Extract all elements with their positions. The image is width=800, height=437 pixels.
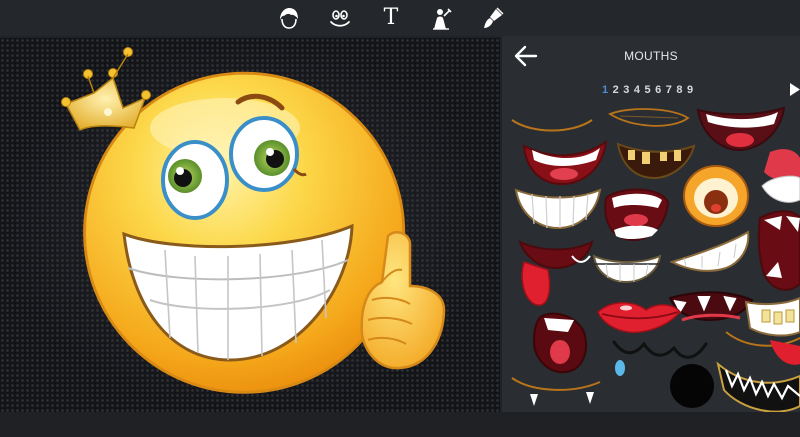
mouth-option-round-o[interactable] xyxy=(683,165,749,227)
hair-tool-button[interactable] xyxy=(270,0,308,36)
panel-header: MOUTHS xyxy=(502,36,800,76)
mouth-option-black-o[interactable] xyxy=(670,364,714,408)
mouth-option-red-lips[interactable] xyxy=(597,302,681,334)
panel-title: MOUTHS xyxy=(624,49,678,63)
mouth-option-tongue-out[interactable] xyxy=(518,240,594,306)
page-3-link[interactable]: 3 xyxy=(623,84,629,96)
mouth-option-open-shout[interactable] xyxy=(604,188,670,242)
page-2-link[interactable]: 2 xyxy=(613,84,619,96)
page-1-link[interactable]: 1 xyxy=(602,84,608,96)
mouth-option-big-laugh[interactable] xyxy=(696,106,786,152)
text-tool-button[interactable]: T xyxy=(372,0,410,36)
mouth-option-pink-tongue[interactable] xyxy=(761,149,800,203)
page-6-link[interactable]: 6 xyxy=(655,84,661,96)
text-icon: T xyxy=(383,5,399,30)
mouth-option-fangs[interactable] xyxy=(668,291,754,322)
play-triangle-icon[interactable] xyxy=(790,83,800,96)
mouth-option-red-grin[interactable] xyxy=(522,139,608,186)
paintbrush-icon xyxy=(484,7,504,28)
paint-tool-button[interactable] xyxy=(474,0,512,36)
mouth-option-drool-smile[interactable] xyxy=(511,377,601,406)
face-tool-button[interactable] xyxy=(321,0,359,36)
mouth-option-thin-smile[interactable] xyxy=(511,119,593,132)
figure-tool-button[interactable] xyxy=(423,0,461,36)
page-9-link[interactable]: 9 xyxy=(687,84,693,96)
mouth-option-tongue-side[interactable] xyxy=(725,331,800,365)
mouth-option-wide-line[interactable] xyxy=(607,108,690,127)
figure-icon xyxy=(433,8,452,30)
mouth-option-sly-smile[interactable] xyxy=(669,230,750,272)
page-7-link[interactable]: 7 xyxy=(666,84,672,96)
mouth-option-white-teeth[interactable] xyxy=(514,188,602,230)
mouth-thumbnails xyxy=(511,106,800,412)
smiley-composition xyxy=(61,47,446,394)
page-5-link[interactable]: 5 xyxy=(645,84,651,96)
mouth-option-tall-open[interactable] xyxy=(757,210,800,291)
page-8-link[interactable]: 8 xyxy=(676,84,682,96)
mouth-option-crooked-teeth[interactable] xyxy=(616,142,696,180)
page-selector: 1 2 3 4 5 6 7 8 9 xyxy=(602,84,698,96)
mouth-option-evil-grin[interactable] xyxy=(716,361,800,412)
bottom-status-strip xyxy=(0,412,800,437)
mouth-option-yell[interactable] xyxy=(532,312,587,374)
editor-canvas[interactable] xyxy=(0,38,500,412)
hair-icon xyxy=(280,8,298,29)
editor-app: T MOUTHS 1 2 3 4 5 6 7 8 9 xyxy=(0,0,800,437)
mouth-option-lower-teeth[interactable] xyxy=(592,254,662,284)
mouth-option-goofy-teeth[interactable] xyxy=(744,296,800,337)
page-4-link[interactable]: 4 xyxy=(634,84,640,96)
top-toolbar: T xyxy=(0,0,800,36)
mouths-panel: MOUTHS 1 2 3 4 5 6 7 8 9 xyxy=(502,36,800,412)
smiley-face-icon xyxy=(330,10,350,27)
mouth-options-grid xyxy=(502,106,800,412)
crown-sticker[interactable] xyxy=(61,47,151,131)
